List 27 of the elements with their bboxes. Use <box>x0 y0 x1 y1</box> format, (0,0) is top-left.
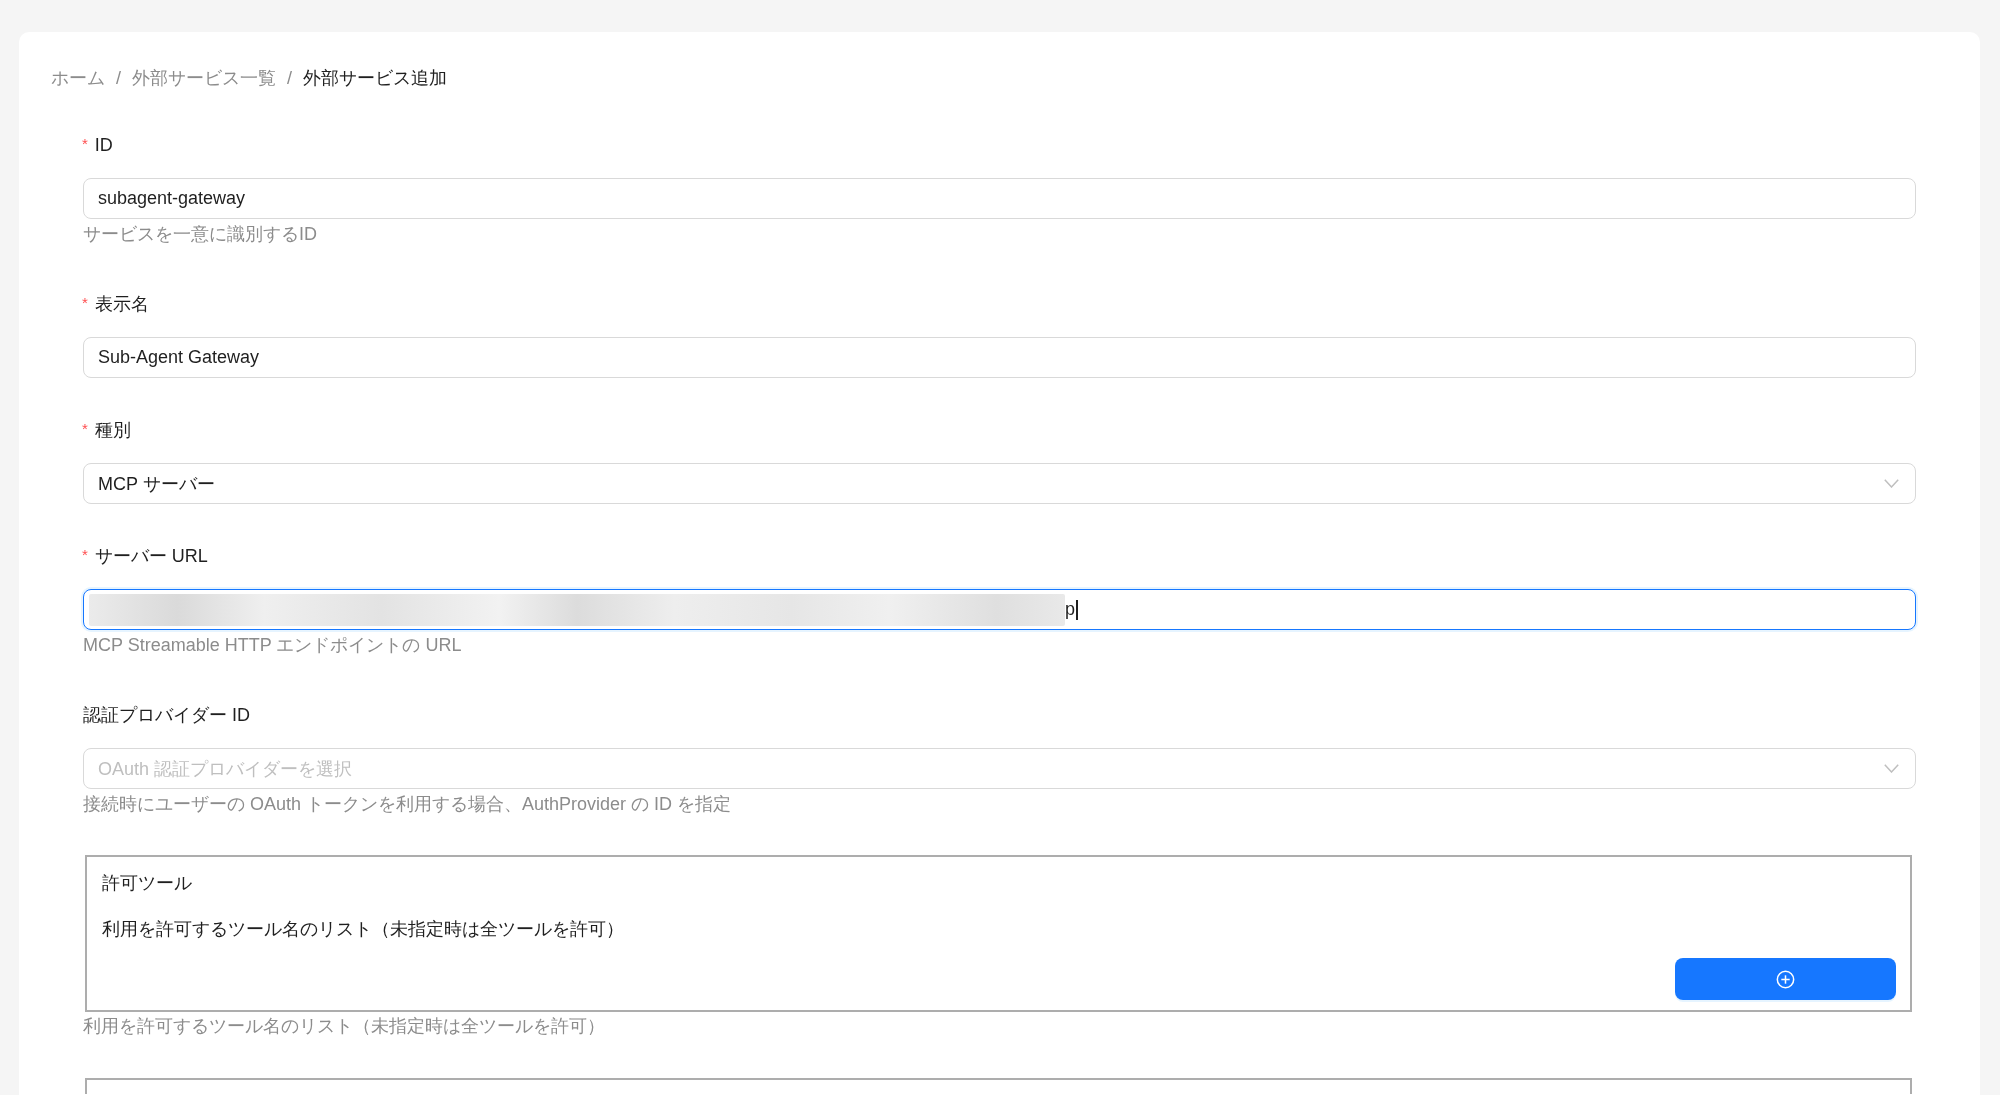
help-text: 利用を許可するツール名のリスト（未指定時は全ツールを許可） <box>83 1015 606 1038</box>
required-asterisk: * <box>82 420 88 436</box>
help-text: 接続時にユーザーの OAuth トークンを利用する場合、AuthProvider の ID を指定 <box>83 793 733 816</box>
field-label: 表示名 <box>94 293 149 316</box>
breadcrumb-separator: / <box>116 67 121 90</box>
required-asterisk: * <box>82 135 88 151</box>
panel-description: 利用を許可するツール名のリスト（未指定時は全ツールを許可） <box>102 918 624 941</box>
field-label: 種別 <box>94 419 131 442</box>
field-label: 認証プロバイダー ID <box>83 704 250 727</box>
text-input[interactable]: Sub-Agent Gateway <box>83 337 1916 378</box>
help-text: サービスを一意に識別するID <box>83 223 318 246</box>
panel-title: 許可ツール <box>102 872 192 895</box>
text-cursor-icon <box>1076 599 1078 620</box>
field-label: ID <box>94 134 113 157</box>
chevron-down-icon <box>1884 479 1899 488</box>
select-dropdown[interactable]: MCP サーバー <box>83 463 1916 504</box>
chevron-down-icon <box>1884 764 1899 773</box>
help-text: MCP Streamable HTTP エンドポイントの URL <box>83 634 463 657</box>
required-asterisk: * <box>82 294 88 310</box>
required-asterisk: * <box>82 546 88 562</box>
add-button[interactable] <box>1675 958 1896 1000</box>
field-label: サーバー URL <box>94 545 208 568</box>
text-input[interactable]: p <box>83 589 1916 630</box>
breadcrumb-current-page: 外部サービス追加 <box>303 67 448 90</box>
text-input[interactable]: subagent-gateway <box>83 178 1916 219</box>
breadcrumb-separator: / <box>287 67 293 90</box>
plus-circle-icon <box>1776 969 1795 989</box>
